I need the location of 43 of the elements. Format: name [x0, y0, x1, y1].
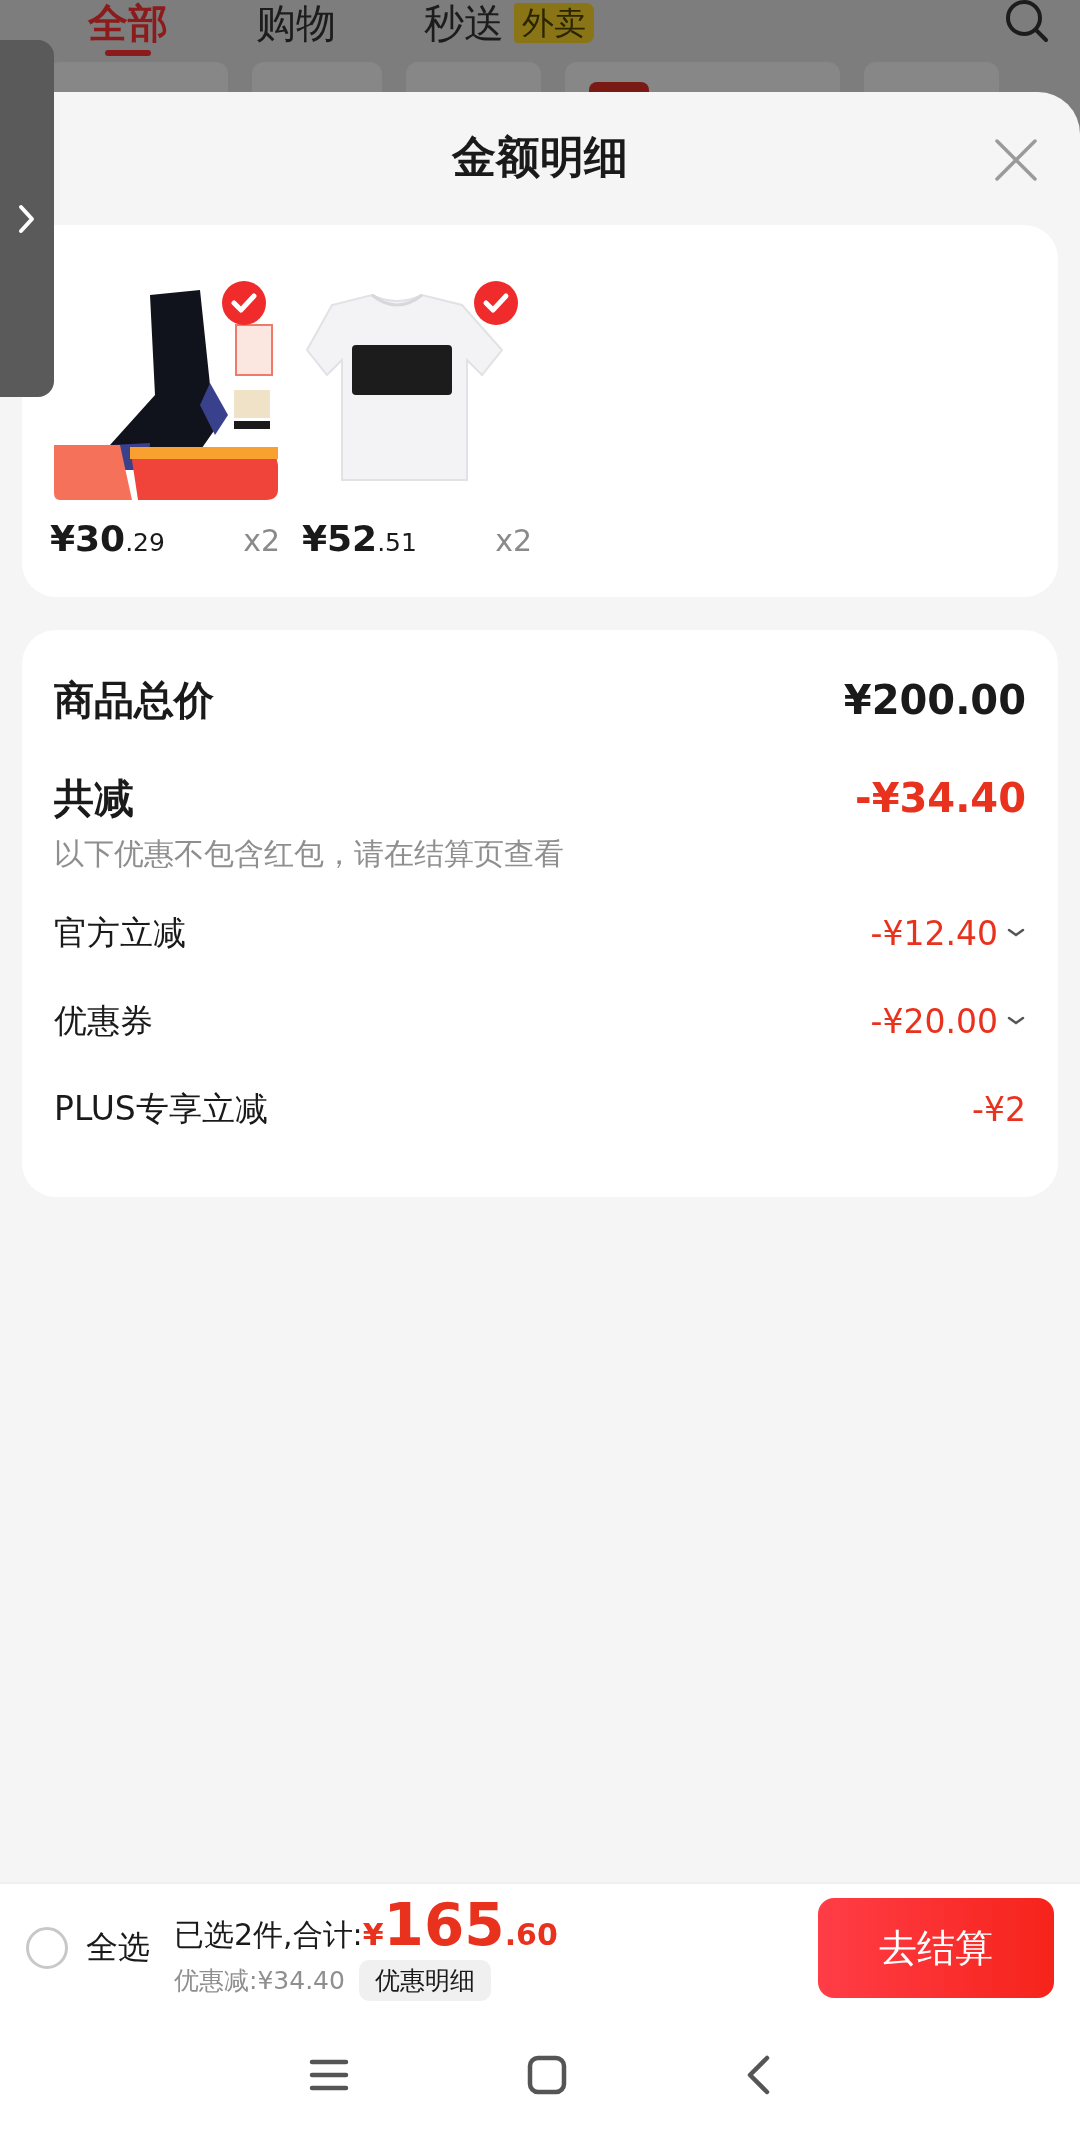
total-price: 165 — [383, 1895, 505, 1954]
selected-count-text: 已选2件,合计: — [174, 1915, 363, 1954]
side-panel-handle[interactable] — [0, 40, 54, 397]
summary-label: 官方立减 — [54, 911, 186, 954]
discount-details-button[interactable]: 优惠明细 — [358, 1959, 491, 2001]
chevron-down-icon[interactable] — [1006, 927, 1026, 939]
checkout-button[interactable]: 去结算 — [818, 1898, 1054, 1998]
tab[interactable]: 全部 — [88, 0, 168, 56]
select-all-label[interactable]: 全选 — [86, 1926, 150, 1970]
checkmark-icon[interactable] — [474, 281, 518, 325]
summary-amount: -¥2 — [972, 1089, 1026, 1129]
price-cents: .60 — [504, 1916, 558, 1952]
product-price: ¥52 — [302, 518, 378, 559]
chevron-down-icon[interactable] — [1006, 1015, 1026, 1027]
quantity: x2 — [495, 523, 532, 558]
quantity: x2 — [243, 523, 280, 558]
tab-badge: 外卖 — [514, 3, 594, 43]
product-price: ¥30 — [50, 518, 126, 559]
summary-amount: ¥200.00 — [843, 677, 1026, 723]
close-button[interactable] — [994, 138, 1038, 182]
summary-label: 商品总价 — [54, 675, 214, 725]
close-icon — [994, 138, 1038, 182]
currency-sign: ¥ — [362, 1916, 384, 1952]
price-cents: .51 — [377, 528, 417, 557]
summary-amount: -¥20.00 — [870, 1001, 998, 1041]
sheet-title: 金额明细 — [452, 130, 628, 184]
tab[interactable]: 购物 — [256, 0, 336, 46]
summary-amount: -¥12.40 — [870, 913, 998, 953]
price-cents: .29 — [125, 528, 165, 557]
summary-label: PLUS专享立减 — [54, 1087, 268, 1130]
radio-button[interactable] — [26, 1927, 68, 1969]
summary-amount: -¥34.40 — [855, 775, 1026, 821]
home-icon[interactable] — [527, 2054, 567, 2095]
checkmark-icon[interactable] — [222, 281, 266, 325]
chevron-right-icon — [17, 203, 37, 234]
discount-text: 优惠减:¥34.40 — [174, 1964, 345, 1997]
summary-label: 优惠券 — [54, 999, 153, 1042]
summary-note: 以下优惠不包含红包，请在结算页查看 — [54, 835, 565, 873]
menu-icon[interactable] — [309, 2057, 349, 2092]
summary-label: 共减 — [54, 773, 134, 823]
tab[interactable]: 秒送 外卖 — [424, 0, 594, 46]
back-icon[interactable] — [745, 2054, 771, 2095]
search-icon[interactable] — [1006, 0, 1048, 42]
